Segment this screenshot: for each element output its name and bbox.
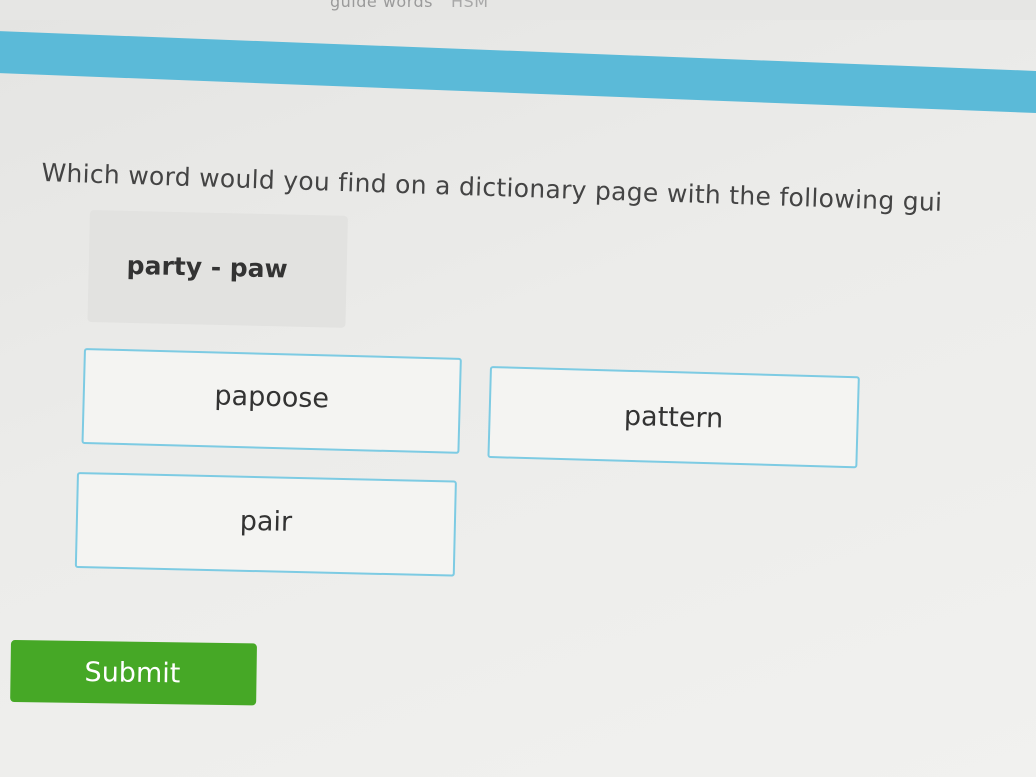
breadcrumb: guide words HSM <box>330 0 489 11</box>
answer-option-pattern[interactable]: pattern <box>487 366 860 469</box>
submit-button[interactable]: Submit <box>10 640 257 706</box>
answer-option-label: papoose <box>214 379 330 414</box>
guide-words: party - paw <box>126 250 289 284</box>
top-strip: guide words HSM <box>0 0 1036 20</box>
skill-title: guide words <box>330 0 433 11</box>
skill-code: HSM <box>451 0 489 11</box>
answer-option-label: pattern <box>623 400 724 435</box>
answer-option-pair[interactable]: pair <box>74 472 457 577</box>
screen: guide words HSM Which word would you find… <box>0 0 1036 777</box>
guide-words-box: party - paw <box>87 210 348 328</box>
header-band <box>0 30 1036 115</box>
answer-option-label: pair <box>239 505 293 538</box>
answer-option-papoose[interactable]: papoose <box>81 348 462 454</box>
